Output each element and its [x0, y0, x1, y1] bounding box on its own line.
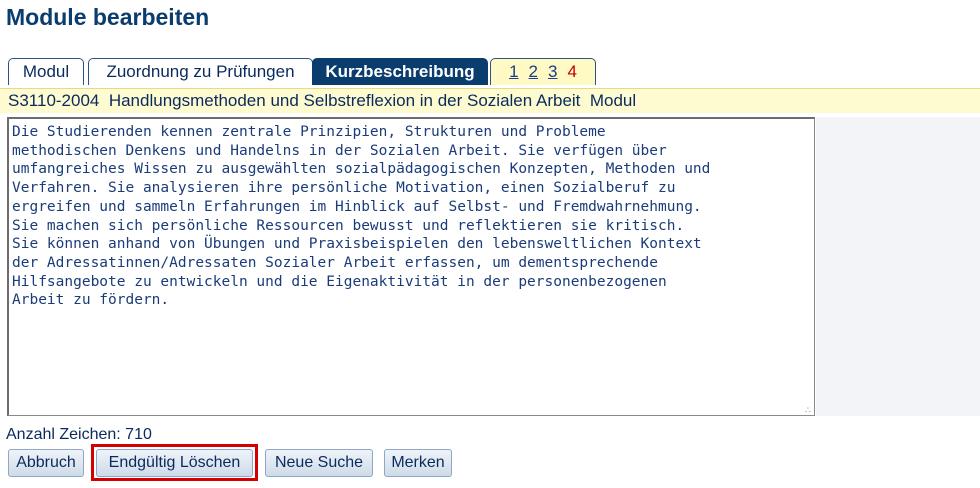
- page-title: Module bearbeiten: [6, 4, 210, 30]
- tab-modul[interactable]: Modul: [8, 58, 84, 85]
- page-pager: 1234: [490, 58, 596, 85]
- description-textarea[interactable]: Die Studierenden kennen zentrale Prinzip…: [7, 117, 815, 416]
- char-count: Anzahl Zeichen: 710: [6, 426, 152, 443]
- page-current: 4: [567, 62, 577, 81]
- tab-kurzbeschreibung[interactable]: Kurzbeschreibung: [312, 58, 488, 85]
- page-link-2[interactable]: 2: [529, 59, 538, 85]
- new-search-button[interactable]: Neue Suche: [265, 449, 373, 477]
- module-header: S3110-2004 Handlungsmethoden und Selbstr…: [0, 88, 980, 113]
- page-link-3[interactable]: 3: [548, 59, 557, 85]
- page-link-1[interactable]: 1: [509, 59, 518, 85]
- resize-grip-icon[interactable]: ∴: [805, 405, 811, 416]
- delete-button-highlight: [91, 444, 258, 481]
- remember-button[interactable]: Merken: [384, 449, 452, 477]
- cancel-button[interactable]: Abbruch: [8, 449, 84, 477]
- side-panel: [816, 117, 980, 416]
- tab-zuordnung-zu-pruefungen[interactable]: Zuordnung zu Prüfungen: [88, 58, 313, 85]
